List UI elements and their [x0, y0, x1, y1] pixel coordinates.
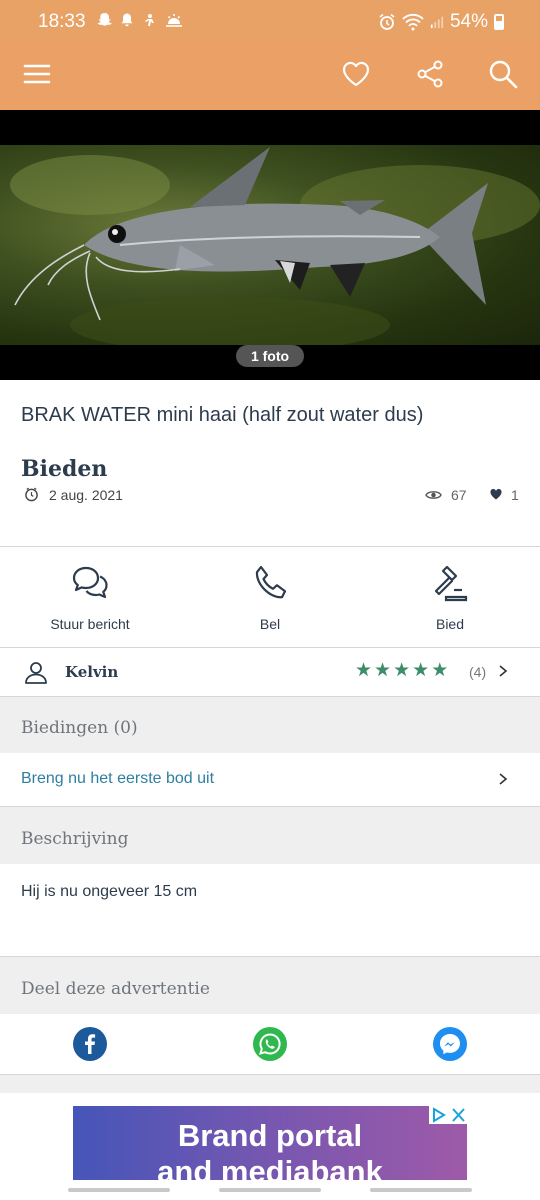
notification-bell-icon [119, 12, 136, 28]
seller-name: Kelvin [65, 663, 119, 681]
listing-meta: 2 aug. 2021 67 1 [21, 486, 520, 506]
clock-icon [25, 487, 38, 502]
menu-icon[interactable] [21, 58, 53, 90]
alarm-icon [379, 13, 395, 30]
user-icon [25, 662, 47, 684]
seller-row[interactable]: Kelvin ★ ★ ★ ★ ★ (4) [0, 648, 540, 696]
wifi-icon [402, 13, 424, 31]
heart-icon[interactable] [340, 58, 372, 90]
send-message-button[interactable]: Stuur bericht [0, 547, 180, 647]
star-icon: ★ [374, 660, 392, 681]
app-bar [0, 38, 540, 110]
bids-heading: Biedingen (0) [0, 697, 540, 753]
eye-icon [425, 491, 442, 499]
adchoices-icon[interactable] [429, 1106, 467, 1124]
battery-percent: 54% [449, 11, 488, 32]
bid-label: Bied [435, 616, 465, 632]
ad-banner[interactable]: Brand portal and mediabank [73, 1106, 467, 1180]
favorite-count: 1 [511, 487, 519, 503]
gavel-icon [434, 565, 468, 602]
status-bar: 18:33 54% [0, 0, 540, 38]
share-icon[interactable] [414, 58, 446, 90]
star-icon: ★ [412, 660, 430, 681]
star-icon: ★ [431, 660, 449, 681]
star-icon: ★ [393, 660, 411, 681]
status-icons [96, 12, 182, 28]
share-buttons [0, 1014, 540, 1074]
facebook-icon[interactable] [73, 1027, 107, 1061]
description-heading: Beschrijving [0, 807, 540, 864]
place-first-bid-label: Breng nu het eerste bod uit [21, 770, 215, 787]
ad-headline-line2: and mediabank [157, 1154, 383, 1180]
status-time: 18:33 [38, 11, 86, 32]
call-button[interactable]: Bel [180, 547, 360, 647]
share-heading: Deel deze advertentie [0, 957, 540, 1014]
messenger-icon[interactable] [433, 1027, 467, 1061]
seller-rating-stars: ★ ★ ★ ★ ★ [355, 661, 448, 681]
send-message-label: Stuur bericht [50, 616, 130, 632]
chevron-right-icon [499, 665, 508, 677]
view-count: 67 [451, 487, 467, 503]
section-spacer [0, 1075, 540, 1093]
call-label: Bel [259, 616, 281, 632]
search-icon[interactable] [487, 58, 519, 90]
gesture-nav-bar [0, 1180, 540, 1200]
nav-handle[interactable] [370, 1188, 472, 1192]
weather-icon [165, 12, 182, 28]
status-right: 54% [378, 11, 504, 33]
bid-button[interactable]: Bied [360, 547, 540, 647]
listing-date: 2 aug. 2021 [49, 487, 123, 503]
favorite-heart-icon [490, 489, 502, 500]
listing-photo-carousel[interactable]: 1 foto [0, 110, 540, 380]
whatsapp-icon[interactable] [253, 1027, 287, 1061]
listing-title: BRAK WATER mini haai (half zout water du… [21, 404, 424, 426]
photo-count-badge: 1 foto [236, 345, 304, 367]
battery-icon [494, 14, 504, 30]
place-first-bid-link[interactable]: Breng nu het eerste bod uit [0, 753, 540, 805]
fish-photo[interactable] [0, 145, 540, 353]
chat-icon [72, 566, 108, 599]
ad-headline-line1: Brand portal [177, 1118, 363, 1153]
star-icon: ★ [355, 660, 373, 681]
football-icon [142, 12, 159, 28]
chevron-right-icon [499, 773, 508, 785]
contact-actions: Stuur bericht Bel Bied [0, 547, 540, 647]
nav-handle[interactable] [68, 1188, 170, 1192]
snapchat-icon [96, 12, 113, 28]
review-count: (4) [469, 664, 487, 680]
listing-price: Bieden [21, 456, 108, 482]
phone-icon [255, 565, 287, 599]
signal-icon [430, 16, 444, 29]
nav-handle[interactable] [219, 1188, 321, 1192]
description-text: Hij is nu ongeveer 15 cm [21, 883, 198, 900]
